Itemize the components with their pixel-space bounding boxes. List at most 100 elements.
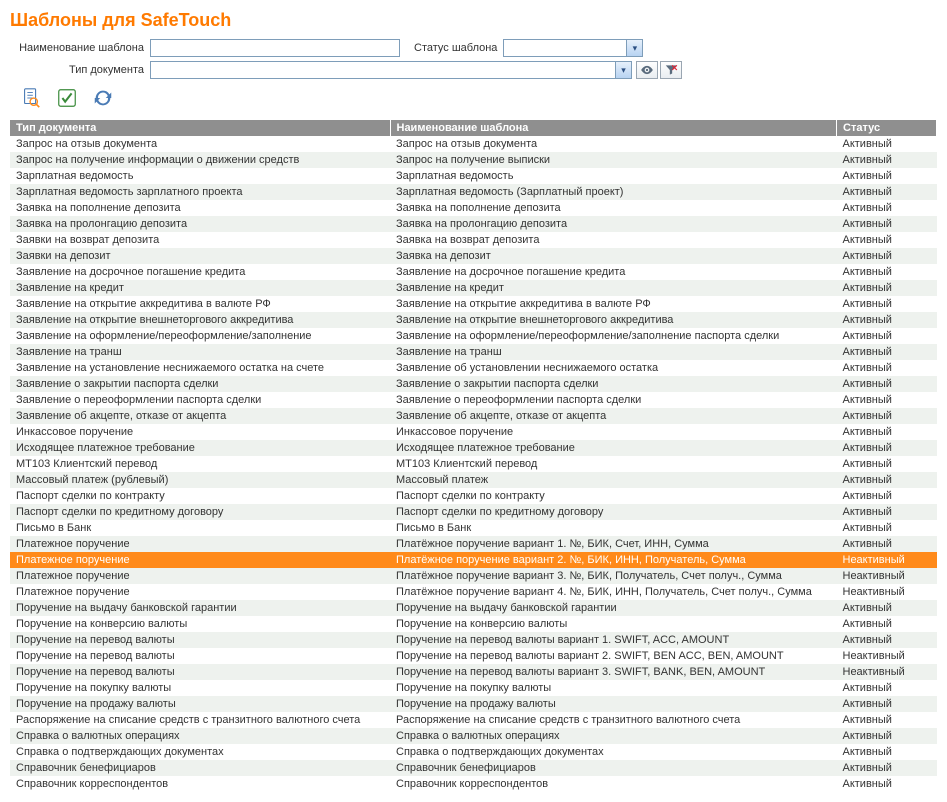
cell-doc-type: Заявки на депозит bbox=[10, 248, 390, 264]
cell-status: Активный bbox=[837, 440, 937, 456]
cell-status: Активный bbox=[837, 776, 937, 792]
cell-doc-type: Заявление на досрочное погашение кредита bbox=[10, 264, 390, 280]
cell-status: Неактивный bbox=[837, 552, 937, 568]
cell-status: Активный bbox=[837, 632, 937, 648]
table-row[interactable]: MT103 Клиентский переводMT103 Клиентский… bbox=[10, 456, 937, 472]
table-row[interactable]: Заявление на открытие внешнеторгового ак… bbox=[10, 312, 937, 328]
cell-status: Активный bbox=[837, 312, 937, 328]
refresh-button[interactable] bbox=[92, 87, 114, 112]
cell-doc-type: Заявление об акцепте, отказе от акцепта bbox=[10, 408, 390, 424]
cell-doc-type: Платежное поручение bbox=[10, 568, 390, 584]
cell-template-name: Письмо в Банк bbox=[390, 520, 837, 536]
cell-doc-type: Запрос на отзыв документа bbox=[10, 136, 390, 152]
cell-template-name: Зарплатная ведомость bbox=[390, 168, 837, 184]
table-row[interactable]: Заявление на открытие аккредитива в валю… bbox=[10, 296, 937, 312]
table-row[interactable]: Зарплатная ведомостьЗарплатная ведомость… bbox=[10, 168, 937, 184]
table-row[interactable]: Запрос на получение информации о движени… bbox=[10, 152, 937, 168]
table-row[interactable]: Запрос на отзыв документаЗапрос на отзыв… bbox=[10, 136, 937, 152]
table-row[interactable]: Заявка на пролонгацию депозитаЗаявка на … bbox=[10, 216, 937, 232]
cell-status: Активный bbox=[837, 360, 937, 376]
cell-status: Активный bbox=[837, 472, 937, 488]
cell-status: Неактивный bbox=[837, 664, 937, 680]
cell-status: Активный bbox=[837, 728, 937, 744]
cell-template-name: Поручение на конверсию валюты bbox=[390, 616, 837, 632]
refresh-icon bbox=[92, 87, 114, 109]
cell-template-name: Заявление на транш bbox=[390, 344, 837, 360]
cell-template-name: Паспорт сделки по кредитному договору bbox=[390, 504, 837, 520]
cell-status: Активный bbox=[837, 376, 937, 392]
cell-template-name: Заявление на досрочное погашение кредита bbox=[390, 264, 837, 280]
table-row[interactable]: Заявление на оформление/переоформление/з… bbox=[10, 328, 937, 344]
cell-template-name: Заявление на открытие аккредитива в валю… bbox=[390, 296, 837, 312]
table-row[interactable]: Заявление на установление неснижаемого о… bbox=[10, 360, 937, 376]
cell-template-name: Заявка на депозит bbox=[390, 248, 837, 264]
table-row[interactable]: Заявление о переоформлении паспорта сдел… bbox=[10, 392, 937, 408]
col-doc-type[interactable]: Тип документа bbox=[10, 120, 390, 136]
col-status[interactable]: Статус bbox=[837, 120, 937, 136]
col-template-name[interactable]: Наименование шаблона bbox=[390, 120, 837, 136]
cell-status: Активный bbox=[837, 280, 937, 296]
table-row[interactable]: Зарплатная ведомость зарплатного проекта… bbox=[10, 184, 937, 200]
table-row[interactable]: Поручение на выдачу банковской гарантииП… bbox=[10, 600, 937, 616]
table-row[interactable]: Поручение на продажу валютыПоручение на … bbox=[10, 696, 937, 712]
cell-status: Активный bbox=[837, 424, 937, 440]
cell-doc-type: Инкассовое поручение bbox=[10, 424, 390, 440]
cell-template-name: Справка о валютных операциях bbox=[390, 728, 837, 744]
cell-doc-type: Заявление на открытие внешнеторгового ак… bbox=[10, 312, 390, 328]
input-template-name[interactable] bbox=[150, 39, 400, 57]
table-row[interactable]: Справка о подтверждающих документахСправ… bbox=[10, 744, 937, 760]
table-row[interactable]: Исходящее платежное требованиеИсходящее … bbox=[10, 440, 937, 456]
table-row[interactable]: Заявление об акцепте, отказе от акцептаЗ… bbox=[10, 408, 937, 424]
table-row[interactable]: Платежное поручениеПлатёжное поручение в… bbox=[10, 552, 937, 568]
table-row[interactable]: Справочник корреспондентовСправочник кор… bbox=[10, 776, 937, 792]
table-row[interactable]: Заявление на траншЗаявление на траншАкти… bbox=[10, 344, 937, 360]
table-row[interactable]: Распоряжение на списание средств с транз… bbox=[10, 712, 937, 728]
table-row[interactable]: Справочник бенефициаровСправочник бенефи… bbox=[10, 760, 937, 776]
table-row[interactable]: Заявление о закрытии паспорта сделкиЗаяв… bbox=[10, 376, 937, 392]
table-row[interactable]: Письмо в БанкПисьмо в БанкАктивный bbox=[10, 520, 937, 536]
chevron-down-icon[interactable]: ▾ bbox=[626, 39, 643, 57]
table-row[interactable]: Платежное поручениеПлатёжное поручение в… bbox=[10, 584, 937, 600]
cell-doc-type: Платежное поручение bbox=[10, 536, 390, 552]
table-row[interactable]: Заявление на кредитЗаявление на кредитАк… bbox=[10, 280, 937, 296]
table-row[interactable]: Заявки на депозитЗаявка на депозитАктивн… bbox=[10, 248, 937, 264]
table-row[interactable]: Поручение на перевод валютыПоручение на … bbox=[10, 632, 937, 648]
table-row[interactable]: Инкассовое поручениеИнкассовое поручение… bbox=[10, 424, 937, 440]
table-row[interactable]: Справка о валютных операцияхСправка о ва… bbox=[10, 728, 937, 744]
select-template-status[interactable] bbox=[503, 39, 643, 57]
apply-button[interactable] bbox=[56, 87, 78, 112]
filter-apply-button[interactable] bbox=[636, 61, 658, 79]
select-doc-type[interactable] bbox=[150, 61, 632, 79]
cell-template-name: Заявление о переоформлении паспорта сдел… bbox=[390, 392, 837, 408]
table-row[interactable]: Заявление на досрочное погашение кредита… bbox=[10, 264, 937, 280]
cell-doc-type: Распоряжение на списание средств с транз… bbox=[10, 712, 390, 728]
cell-template-name: Заявление об акцепте, отказе от акцепта bbox=[390, 408, 837, 424]
table-row[interactable]: Массовый платеж (рублевый)Массовый плате… bbox=[10, 472, 937, 488]
cell-status: Активный bbox=[837, 328, 937, 344]
cell-template-name: Платёжное поручение вариант 4. №, БИК, И… bbox=[390, 584, 837, 600]
table-row[interactable]: Паспорт сделки по контрактуПаспорт сделк… bbox=[10, 488, 937, 504]
table-row[interactable]: Заявки на возврат депозитаЗаявка на возв… bbox=[10, 232, 937, 248]
preview-button[interactable] bbox=[20, 87, 42, 112]
cell-template-name: Запрос на отзыв документа bbox=[390, 136, 837, 152]
cell-status: Активный bbox=[837, 536, 937, 552]
table-row[interactable]: Поручение на покупку валютыПоручение на … bbox=[10, 680, 937, 696]
cell-status: Активный bbox=[837, 392, 937, 408]
label-template-name: Наименование шаблона bbox=[10, 42, 150, 54]
table-row[interactable]: Поручение на конверсию валютыПоручение н… bbox=[10, 616, 937, 632]
chevron-down-icon[interactable]: ▾ bbox=[615, 61, 632, 79]
cell-template-name: Поручение на выдачу банковской гарантии bbox=[390, 600, 837, 616]
table-row[interactable]: Платежное поручениеПлатёжное поручение в… bbox=[10, 568, 937, 584]
cell-doc-type: Запрос на получение информации о движени… bbox=[10, 152, 390, 168]
cell-doc-type: Заявка на пролонгацию депозита bbox=[10, 216, 390, 232]
table-row[interactable]: Поручение на перевод валютыПоручение на … bbox=[10, 664, 937, 680]
cell-doc-type: Исходящее платежное требование bbox=[10, 440, 390, 456]
cell-doc-type: Массовый платеж (рублевый) bbox=[10, 472, 390, 488]
table-row[interactable]: Поручение на перевод валютыПоручение на … bbox=[10, 648, 937, 664]
table-row[interactable]: Паспорт сделки по кредитному договоруПас… bbox=[10, 504, 937, 520]
table-row[interactable]: Заявка на пополнение депозитаЗаявка на п… bbox=[10, 200, 937, 216]
cell-doc-type: MT103 Клиентский перевод bbox=[10, 456, 390, 472]
filter-clear-button[interactable] bbox=[660, 61, 682, 79]
cell-template-name: Массовый платеж bbox=[390, 472, 837, 488]
table-row[interactable]: Платежное поручениеПлатёжное поручение в… bbox=[10, 536, 937, 552]
